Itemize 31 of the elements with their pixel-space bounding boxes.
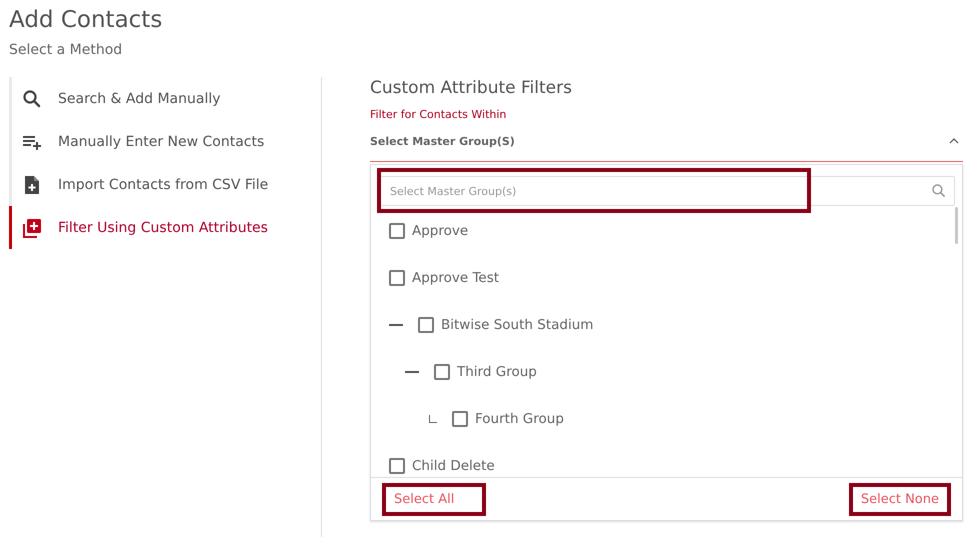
stacked-plus-icon bbox=[22, 218, 42, 238]
file-plus-icon bbox=[22, 174, 42, 194]
group-dropdown[interactable]: Select Master Group(S) bbox=[370, 121, 963, 162]
method-item[interactable]: Import Contacts from CSV File bbox=[9, 163, 312, 206]
group-label[interactable]: Third Group bbox=[457, 364, 537, 380]
checkbox[interactable] bbox=[389, 270, 405, 286]
scrollbar[interactable] bbox=[955, 207, 958, 244]
group-label[interactable]: Approve Test bbox=[412, 270, 500, 286]
caret-icon[interactable] bbox=[949, 138, 959, 144]
select-none-link[interactable]: Select None bbox=[848, 482, 951, 516]
method-item[interactable]: Filter Using Custom Attributes bbox=[9, 206, 312, 249]
method-item[interactable]: Search & Add Manually bbox=[9, 77, 312, 120]
method-item[interactable]: Manually Enter New Contacts bbox=[9, 120, 312, 163]
checkbox[interactable] bbox=[418, 316, 434, 332]
checkbox[interactable] bbox=[389, 458, 405, 474]
panel-title: Custom Attribute Filters bbox=[370, 78, 573, 98]
checkbox[interactable] bbox=[389, 222, 405, 238]
group-label[interactable]: Fourth Group bbox=[475, 410, 564, 426]
search-field[interactable]: Select Master Group(s) bbox=[379, 176, 955, 206]
search-icon bbox=[22, 88, 42, 108]
page-subtitle: Select a Method bbox=[9, 42, 124, 58]
group-label[interactable]: Child Delete bbox=[412, 458, 495, 474]
group-label[interactable]: Approve bbox=[412, 222, 468, 238]
checkbox[interactable] bbox=[434, 364, 450, 380]
filter-hint: Filter for Contacts Within bbox=[370, 108, 508, 121]
branch-icon bbox=[429, 414, 437, 422]
search-icon bbox=[931, 183, 947, 199]
page-title: Add Contacts bbox=[9, 6, 164, 34]
select-all-link[interactable]: Select All bbox=[382, 482, 486, 516]
group-label[interactable]: Bitwise South Stadium bbox=[441, 316, 594, 332]
checkbox[interactable] bbox=[452, 410, 468, 426]
